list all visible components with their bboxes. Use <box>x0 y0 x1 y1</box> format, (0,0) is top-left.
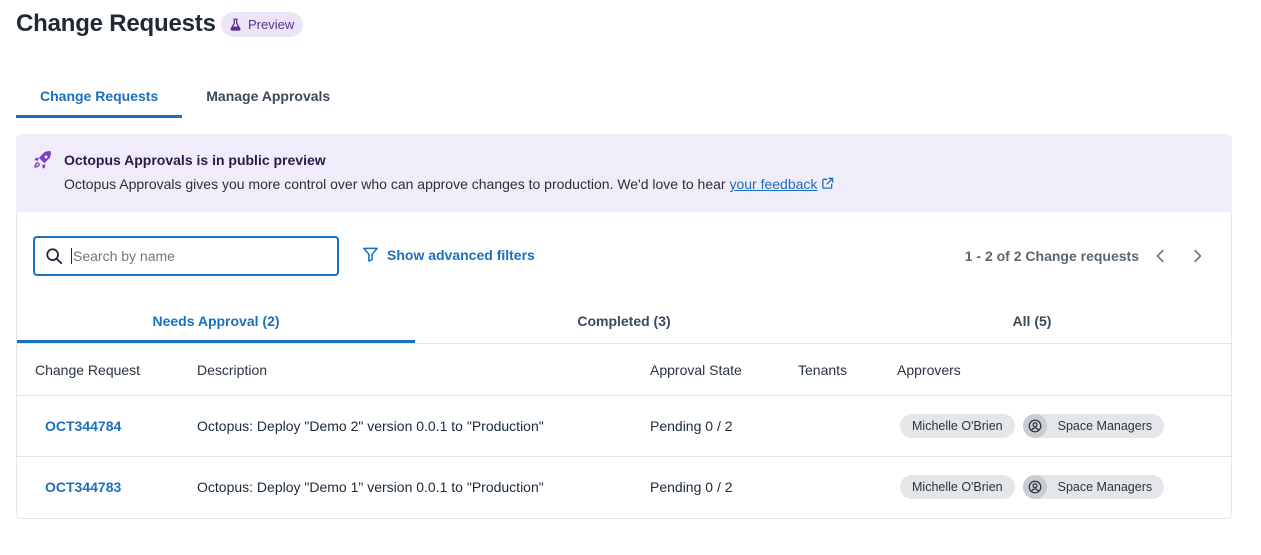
show-advanced-filters-label: Show advanced filters <box>387 246 535 263</box>
flask-icon <box>230 18 241 31</box>
team-avatar <box>1022 414 1047 438</box>
chevron-right-icon <box>1194 249 1202 263</box>
previous-page-button[interactable] <box>1150 245 1172 267</box>
approver-user-chip: Michelle O'Brien <box>900 475 1015 500</box>
banner-body: Octopus Approvals gives you more control… <box>64 176 730 192</box>
external-link-icon[interactable] <box>821 177 834 190</box>
preview-badge: Preview <box>221 12 304 37</box>
approval-state-cell: Pending 0 / 2 <box>650 479 733 496</box>
change-requests-table: Change Request Description Approval Stat… <box>17 343 1231 518</box>
tab-needs-approval[interactable]: Needs Approval (2) <box>17 300 415 343</box>
approver-team-chip: Space Managers <box>1022 475 1165 500</box>
change-request-link[interactable]: OCT344783 <box>45 479 121 495</box>
tenants-cell <box>798 457 897 518</box>
column-header-approval-state[interactable]: Approval State <box>650 343 798 396</box>
team-avatar <box>1022 475 1047 500</box>
status-tabs: Needs Approval (2) Completed (3) All (5) <box>17 300 1231 343</box>
preview-badge-label: Preview <box>248 17 295 32</box>
search-box[interactable] <box>33 236 339 276</box>
table-row[interactable]: OCT344784 Octopus: Deploy "Demo 2" versi… <box>17 395 1231 457</box>
approvers-list: Michelle O'Brien Space Managers <box>897 414 1231 438</box>
banner-title: Octopus Approvals is in public preview <box>64 152 326 168</box>
approver-user-chip: Michelle O'Brien <box>900 414 1015 438</box>
approvers-list: Michelle O'Brien Space Managers <box>897 475 1231 500</box>
tenants-cell <box>798 395 897 457</box>
search-icon <box>46 248 63 265</box>
filter-icon <box>363 247 378 262</box>
feedback-link[interactable]: your feedback <box>729 176 817 192</box>
column-header-tenants[interactable]: Tenants <box>798 343 897 396</box>
chevron-left-icon <box>1156 249 1164 263</box>
next-page-button[interactable] <box>1186 245 1208 267</box>
banner-text: Octopus Approvals gives you more control… <box>64 176 834 192</box>
table-header-row: Change Request Description Approval Stat… <box>17 343 1231 396</box>
search-input[interactable] <box>71 248 321 264</box>
column-header-description[interactable]: Description <box>197 343 650 396</box>
table-row[interactable]: OCT344783 Octopus: Deploy "Demo 1" versi… <box>17 457 1231 518</box>
tab-change-requests[interactable]: Change Requests <box>16 78 183 118</box>
top-tabs: Change Requests Manage Approvals <box>16 78 354 118</box>
pagination-summary: 1 - 2 of 2 Change requests <box>964 248 1139 264</box>
description-cell: Octopus: Deploy "Demo 1" version 0.0.1 t… <box>197 479 544 496</box>
tab-completed[interactable]: Completed (3) <box>415 300 833 343</box>
tab-manage-approvals[interactable]: Manage Approvals <box>182 78 354 118</box>
user-circle-icon <box>1028 419 1041 433</box>
approver-team-label: Space Managers <box>1057 419 1153 433</box>
approver-team-chip: Space Managers <box>1022 414 1165 438</box>
page-title: Change Requests <box>16 10 216 37</box>
rocket-icon <box>34 151 51 169</box>
user-circle-icon <box>1028 480 1041 494</box>
preview-banner: Octopus Approvals is in public preview O… <box>16 134 1232 212</box>
approver-team-label: Space Managers <box>1057 480 1153 495</box>
tab-all[interactable]: All (5) <box>833 300 1231 343</box>
column-header-approvers[interactable]: Approvers <box>897 343 1231 396</box>
column-header-change-request[interactable]: Change Request <box>17 343 197 396</box>
change-request-link[interactable]: OCT344784 <box>45 418 121 434</box>
approval-state-cell: Pending 0 / 2 <box>650 395 798 457</box>
show-advanced-filters-button[interactable]: Show advanced filters <box>362 246 535 263</box>
change-requests-card: Show advanced filters 1 - 2 of 2 Change … <box>16 212 1232 519</box>
description-cell: Octopus: Deploy "Demo 2" version 0.0.1 t… <box>197 395 650 457</box>
